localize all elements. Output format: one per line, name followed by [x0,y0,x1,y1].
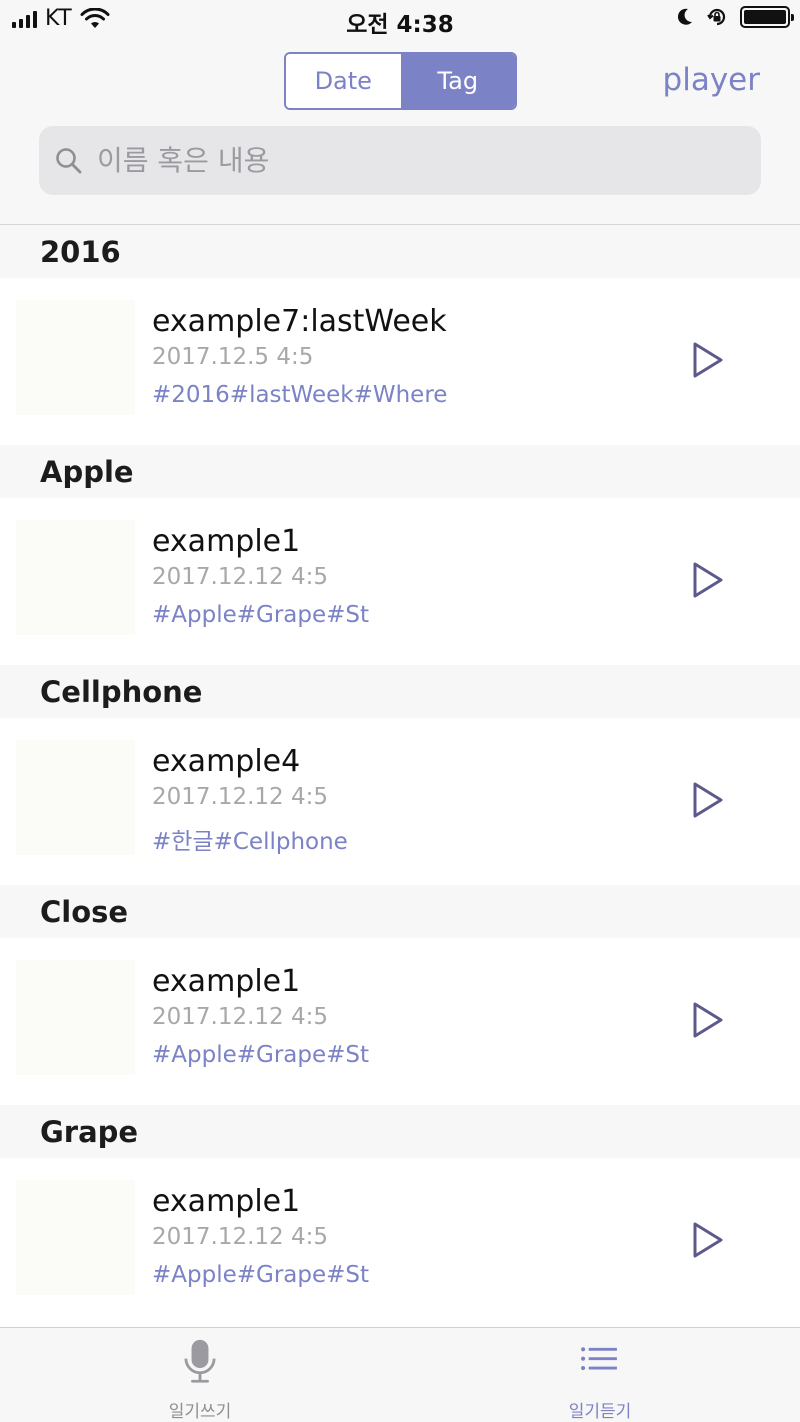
status-right [676,6,794,28]
section-header-apple: Apple [0,445,800,498]
section-header-close: Close [0,885,800,938]
rotation-lock-icon [707,8,726,26]
play-icon[interactable] [690,560,726,600]
tag-list: 2016 example7:lastWeek 2017.12.5 4:5 #20… [0,225,800,1325]
search-icon [56,147,82,173]
list-item[interactable]: example7:lastWeek 2017.12.5 4:5 #2016#la… [0,278,800,445]
item-date: 2017.12.12 4:5 [152,1004,329,1030]
list-icon [581,1347,617,1371]
segment-tag[interactable]: Tag [400,54,515,108]
item-thumbnail [16,520,135,635]
tab-write-diary[interactable]: 일기쓰기 [0,1328,400,1422]
player-button[interactable]: player [663,62,760,98]
search-bar[interactable] [39,126,761,195]
tab-listen-diary[interactable]: 일기듣기 [400,1328,800,1422]
item-date: 2017.12.5 4:5 [152,344,314,370]
item-title: example7:lastWeek [152,304,447,339]
play-icon[interactable] [690,1220,726,1260]
item-date: 2017.12.12 4:5 [152,564,329,590]
list-item[interactable]: example1 2017.12.12 4:5 #Apple#Grape#St [0,498,800,665]
item-tags: #Apple#Grape#St [152,602,370,628]
microphone-icon [184,1339,216,1383]
list-item[interactable]: example1 2017.12.12 4:5 #Apple#Grape#St [0,938,800,1105]
tab-label: 일기듣기 [568,1402,632,1422]
item-date: 2017.12.12 4:5 [152,784,329,810]
item-title: example1 [152,964,301,999]
list-item[interactable]: example4 2017.12.12 4:5 #한글#Cellphone [0,718,800,885]
tab-label: 일기쓰기 [168,1402,232,1422]
section-header-cellphone: Cellphone [0,665,800,718]
item-tags: #Apple#Grape#St [152,1042,370,1068]
item-title: example1 [152,524,301,559]
moon-icon [677,8,692,25]
item-thumbnail [16,1180,135,1295]
search-input[interactable] [97,144,697,177]
play-icon[interactable] [690,1000,726,1040]
item-tags: #2016#lastWeek#Where [152,382,448,408]
tab-bar: 일기쓰기 일기듣기 [0,1327,800,1422]
sort-segmented-control[interactable]: Date Tag [284,52,517,110]
item-title: example1 [152,1184,301,1219]
list-header: Date Tag player [0,40,800,225]
section-header-grape: Grape [0,1105,800,1158]
item-thumbnail [16,740,135,855]
item-thumbnail [16,960,135,1075]
status-bar: KT 오전 4:38 [0,0,800,40]
battery-level [744,10,786,24]
segment-date[interactable]: Date [286,54,401,108]
section-header-2016: 2016 [0,225,800,278]
item-tags: #Apple#Grape#St [152,1262,370,1288]
item-thumbnail [16,300,135,415]
item-date: 2017.12.12 4:5 [152,1224,329,1250]
list-item[interactable]: example1 2017.12.12 4:5 #Apple#Grape#St [0,1158,800,1325]
battery-icon [740,6,794,28]
item-title: example4 [152,744,301,779]
play-icon[interactable] [690,780,726,820]
play-icon[interactable] [690,340,726,380]
item-tags: #한글#Cellphone [152,829,348,855]
